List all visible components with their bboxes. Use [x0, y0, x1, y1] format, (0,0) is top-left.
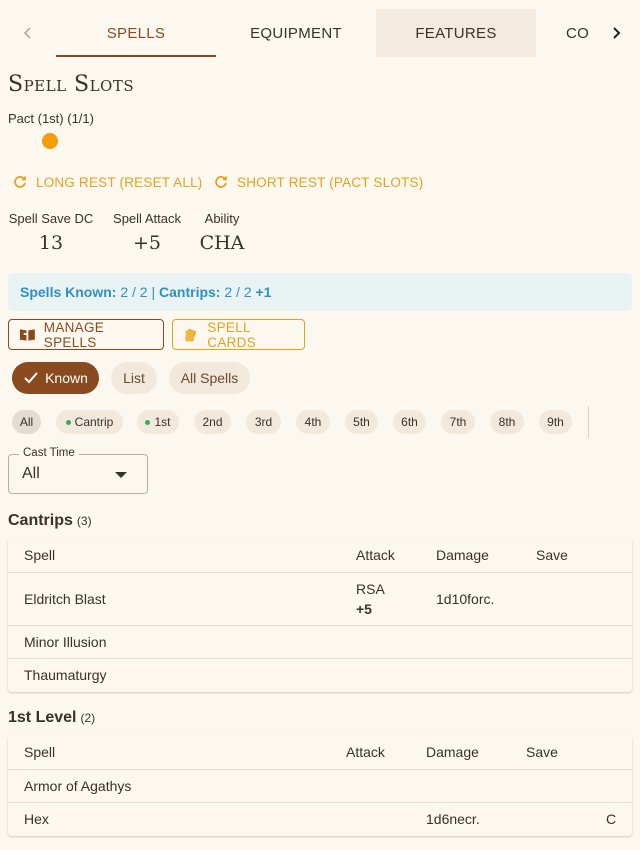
spell-slots-title: Spell Slots — [8, 72, 135, 97]
pact-slot-dot[interactable] — [42, 133, 58, 149]
chevron-left-icon — [23, 27, 31, 39]
tab-bar: SPELLS EQUIPMENT FEATURES CO — [0, 9, 640, 57]
level1-title: 1st Level (2) — [8, 709, 96, 726]
caret-down-icon — [115, 472, 127, 478]
tab-co[interactable]: CO — [536, 9, 600, 57]
spells-known-summary: Spells Known: 2 / 2 | Cantrips: 2 / 2 +1 — [8, 273, 632, 311]
table-row[interactable]: Hex 1d6necr. C — [8, 803, 632, 836]
level-chip-4th[interactable]: 4th — [296, 410, 330, 434]
cast-time-select[interactable]: Cast Time All — [8, 447, 148, 494]
check-icon — [24, 372, 38, 384]
refresh-icon — [14, 176, 26, 188]
cards-icon — [185, 328, 197, 341]
level-chip-all[interactable]: All — [12, 410, 41, 434]
level-chip-1st[interactable]: 1st — [137, 410, 179, 434]
chevron-right-icon — [613, 27, 621, 39]
divider — [588, 406, 589, 438]
table-row[interactable]: Armor of Agathys — [8, 770, 632, 803]
table-header: Spell Attack Damage Save — [8, 735, 632, 770]
chip-all-spells[interactable]: All Spells — [169, 362, 250, 394]
spell-attack: Spell Attack +5 — [113, 211, 181, 254]
refresh-icon — [215, 176, 227, 188]
table-row[interactable]: Thaumaturgy — [8, 659, 632, 692]
level-chip-9th[interactable]: 9th — [539, 410, 572, 434]
tab-scroll-left[interactable] — [0, 9, 56, 57]
table-header: Spell Attack Damage Save — [8, 538, 632, 573]
manage-spells-button[interactable]: MANAGE SPELLS — [8, 319, 164, 350]
book-icon — [19, 328, 35, 341]
tab-features[interactable]: FEATURES — [376, 9, 536, 57]
level-chip-8th[interactable]: 8th — [490, 410, 524, 434]
tab-equipment[interactable]: EQUIPMENT — [216, 9, 376, 57]
spell-ability: Ability CHA — [199, 211, 245, 254]
tab-scroll-right[interactable] — [592, 9, 640, 57]
level-dot — [145, 419, 151, 425]
level-chip-7th[interactable]: 7th — [441, 410, 475, 434]
table-row[interactable]: Eldritch Blast RSA +5 1d10forc. — [8, 573, 632, 626]
long-rest-button[interactable]: LONG REST (RESET ALL) — [12, 172, 203, 192]
table-row[interactable]: Minor Illusion — [8, 626, 632, 659]
spell-save-dc: Spell Save DC 13 — [8, 211, 94, 254]
spell-cards-button[interactable]: SPELL CARDS — [172, 319, 305, 350]
chip-known[interactable]: Known — [12, 362, 99, 394]
level-chip-2nd[interactable]: 2nd — [194, 410, 231, 434]
short-rest-button[interactable]: SHORT REST (PACT SLOTS) — [213, 172, 423, 192]
cantrip-dot — [65, 419, 71, 425]
cantrips-table: Spell Attack Damage Save Eldritch Blast … — [8, 538, 632, 692]
cantrips-title: Cantrips (3) — [8, 512, 92, 529]
level-chip-6th[interactable]: 6th — [393, 410, 426, 434]
level-chip-5th[interactable]: 5th — [345, 410, 378, 434]
pact-slot-label: Pact (1st) (1/1) — [8, 111, 94, 126]
level-chip-cantrip[interactable]: Cantrip — [56, 410, 123, 434]
level1-table: Spell Attack Damage Save Armor of Agathy… — [8, 735, 632, 836]
level-chip-3rd[interactable]: 3rd — [246, 410, 281, 434]
tab-spells[interactable]: SPELLS — [56, 9, 216, 57]
chip-list[interactable]: List — [111, 362, 157, 394]
